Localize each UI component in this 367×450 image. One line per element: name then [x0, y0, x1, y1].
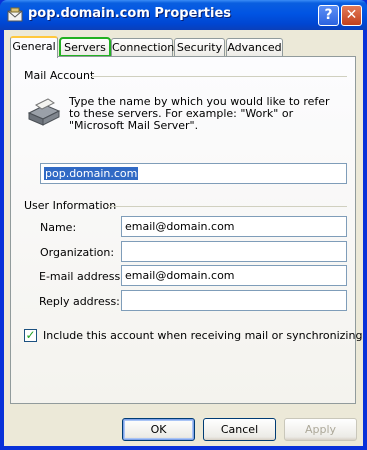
- window-title: pop.domain.com Properties: [28, 6, 232, 21]
- account-name-input[interactable]: pop.domain.com: [40, 163, 347, 184]
- general-tab-panel: Mail Account Type the name by which you …: [10, 56, 362, 404]
- mail-account-divider: [91, 76, 347, 77]
- name-label: Name:: [40, 221, 77, 234]
- apply-button[interactable]: Apply: [284, 418, 357, 441]
- help-icon: ?: [324, 7, 333, 23]
- tab-general[interactable]: General: [10, 36, 58, 58]
- mail-server-icon: [27, 98, 61, 126]
- help-button[interactable]: ?: [318, 5, 339, 26]
- close-icon: ✕: [345, 7, 358, 23]
- checkmark-icon: ✓: [25, 328, 36, 342]
- tab-servers[interactable]: Servers: [59, 37, 111, 57]
- reply-address-input[interactable]: [121, 290, 347, 311]
- mail-account-heading: Mail Account: [24, 69, 95, 82]
- mail-account-description: Type the name by which you would like to…: [69, 95, 330, 132]
- properties-dialog: pop.domain.com Properties ? ✕ General Se…: [0, 0, 367, 450]
- organization-label: Organization:: [40, 246, 115, 259]
- include-account-label[interactable]: Include this account when receiving mail…: [43, 329, 362, 342]
- ok-button[interactable]: OK: [122, 418, 195, 441]
- tab-connection[interactable]: Connection: [111, 38, 174, 56]
- account-name-value: pop.domain.com: [44, 167, 139, 180]
- email-address-input[interactable]: email@domain.com: [121, 265, 347, 286]
- dialog-body: General Servers Connection Security Adva…: [4, 30, 363, 446]
- tab-advanced[interactable]: Advanced: [226, 38, 283, 56]
- organization-input[interactable]: [121, 241, 347, 262]
- user-information-heading: User Information: [24, 199, 117, 212]
- title-bar[interactable]: pop.domain.com Properties ? ✕: [0, 0, 367, 30]
- mail-account-icon: [7, 7, 23, 22]
- user-information-divider: [108, 206, 347, 207]
- close-button[interactable]: ✕: [341, 5, 362, 26]
- email-address-label: E-mail address:: [39, 270, 124, 283]
- tab-security[interactable]: Security: [174, 38, 225, 56]
- cancel-button[interactable]: Cancel: [203, 418, 276, 441]
- include-account-checkbox[interactable]: ✓: [24, 328, 37, 342]
- reply-address-label: Reply address:: [39, 295, 120, 308]
- name-input[interactable]: email@domain.com: [121, 216, 347, 237]
